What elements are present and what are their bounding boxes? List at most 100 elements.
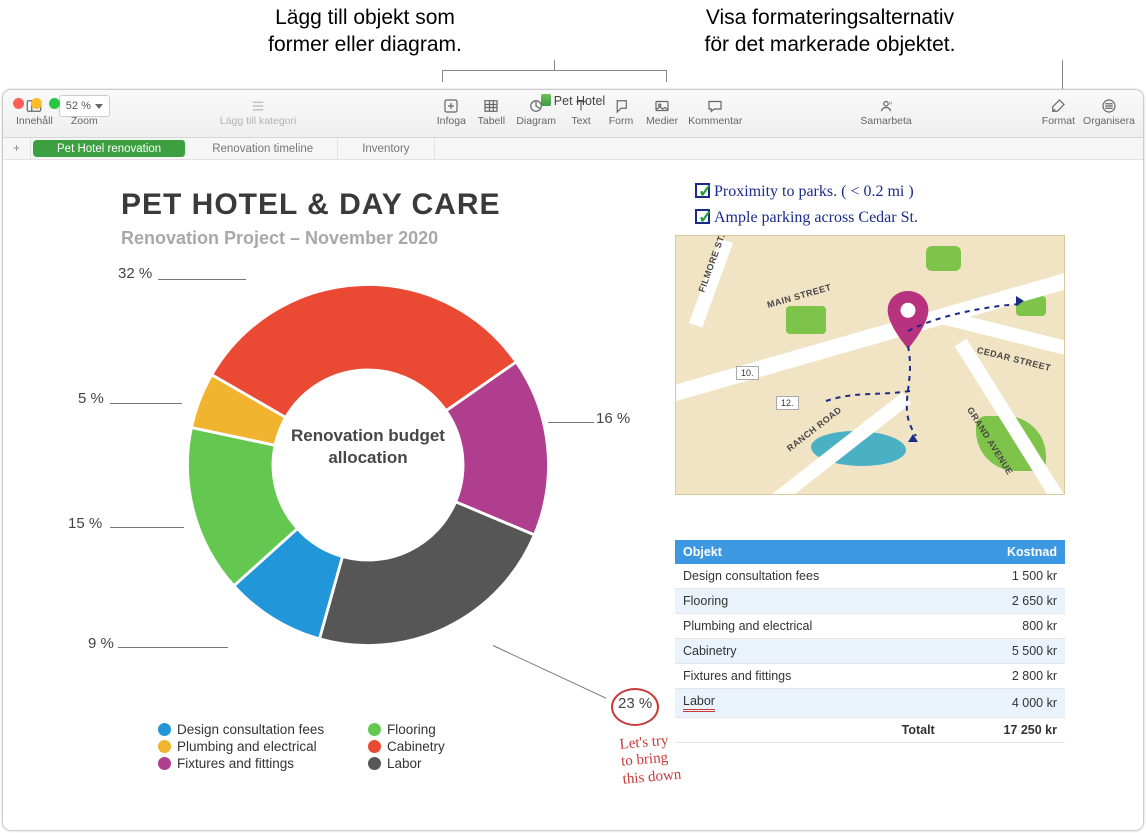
handwritten-note-1: ✓ Proximity to parks. ( < 0.2 mi ) — [695, 182, 914, 203]
callout-format-options: Visa formateringsalternativ för det mark… — [655, 4, 1005, 59]
pct-design: 9 % — [88, 635, 114, 652]
media-button[interactable] — [647, 95, 677, 117]
chart-button[interactable] — [521, 95, 551, 117]
cell-item: Fixtures and fittings — [675, 664, 943, 689]
checkbox-icon: ✓ — [695, 209, 710, 224]
table-row[interactable]: Fixtures and fittings2 800 kr — [675, 664, 1065, 689]
legend-label: Fixtures and fittings — [177, 756, 294, 771]
zoom-dropdown[interactable]: 52 % — [59, 95, 110, 117]
legend-item: Cabinetry — [368, 739, 548, 754]
legend-label: Design consultation fees — [177, 722, 324, 737]
window-controls — [13, 98, 60, 109]
cell-item: Design consultation fees — [675, 564, 943, 589]
comment-button[interactable] — [700, 95, 730, 117]
cell-item: Labor — [675, 689, 943, 718]
pct-flooring: 15 % — [68, 515, 102, 532]
checkbox-icon: ✓ — [695, 183, 710, 198]
handwritten-note-2: ✓ Ample parking across Cedar St. — [695, 208, 918, 229]
insert-icon — [441, 97, 461, 115]
legend-swatch — [158, 740, 171, 753]
toolbar-label-innehall: Innehåll — [16, 115, 53, 127]
donut-center-label: Renovation budget allocation — [283, 425, 453, 469]
add-sheet-button[interactable]: + — [3, 138, 31, 159]
toolbar-label-diagram: Diagram — [516, 115, 556, 127]
toolbar-label-tabell: Tabell — [478, 115, 505, 127]
leader-line — [118, 647, 228, 648]
callout-format-options-text: Visa formateringsalternativ för det mark… — [705, 6, 956, 56]
table-row[interactable]: Labor4 000 kr — [675, 689, 1065, 718]
toolbar-label-format: Format — [1042, 115, 1075, 127]
organize-button[interactable] — [1094, 95, 1124, 117]
shape-button[interactable] — [606, 95, 636, 117]
col-header-item: Objekt — [675, 540, 943, 564]
legend-swatch — [158, 757, 171, 770]
text-icon — [571, 97, 591, 115]
cost-table[interactable]: Objekt Kostnad Design consultation fees1… — [675, 540, 1065, 743]
table-row[interactable]: Cabinetry5 500 kr — [675, 639, 1065, 664]
map-illustration: FILMORE ST. MAIN STREET CEDAR STREET RAN… — [675, 235, 1065, 495]
table-button[interactable] — [476, 95, 506, 117]
legend-swatch — [368, 757, 381, 770]
leader-line — [110, 527, 184, 528]
text-button[interactable] — [566, 95, 596, 117]
organize-icon — [1099, 97, 1119, 115]
leader-line — [548, 422, 594, 423]
legend-swatch — [368, 723, 381, 736]
add-category-button[interactable] — [243, 95, 273, 117]
chart-icon — [526, 97, 546, 115]
format-button[interactable] — [1043, 95, 1073, 117]
toolbar-label-form: Form — [609, 115, 634, 127]
collaborate-button[interactable] — [871, 95, 901, 117]
table-row[interactable]: Plumbing and electrical800 kr — [675, 614, 1065, 639]
sheet-tab-inventory[interactable]: Inventory — [338, 138, 434, 159]
sheet-tab-label: Pet Hotel renovation — [57, 143, 161, 155]
insert-button[interactable] — [436, 95, 466, 117]
callout-bracket — [442, 70, 667, 82]
page-title: PET HOTEL & DAY CARE — [121, 188, 501, 222]
total-value: 17 250 kr — [943, 718, 1065, 743]
toolbar-label-samarbeta: Samarbeta — [860, 115, 911, 127]
handwritten-text: Ample parking across Cedar St. — [714, 209, 918, 226]
leader-line — [158, 279, 246, 280]
handwritten-text: Proximity to parks. ( < 0.2 mi ) — [714, 183, 914, 200]
close-icon[interactable] — [13, 98, 24, 109]
toolbar-label-organisera: Organisera — [1083, 115, 1135, 127]
minimize-icon[interactable] — [31, 98, 42, 109]
titlebar: Pet Hotel Innehåll 52 % Zoom Lägg till k… — [3, 90, 1143, 138]
table-row[interactable]: Flooring2 650 kr — [675, 589, 1065, 614]
comment-icon — [705, 97, 725, 115]
toolbar-label-kategori: Lägg till kategori — [220, 115, 296, 127]
table-header-row: Objekt Kostnad — [675, 540, 1065, 564]
callout-insert-objects-text: Lägg till objekt som former eller diagra… — [268, 6, 462, 56]
toolbar-label-medier: Medier — [646, 115, 678, 127]
sheet-tab-timeline[interactable]: Renovation timeline — [188, 138, 338, 159]
sheet-tab-renovation[interactable]: Pet Hotel renovation — [33, 140, 186, 157]
brush-icon — [1048, 97, 1068, 115]
legend-item: Labor — [368, 756, 548, 771]
collaborate-icon — [876, 97, 896, 115]
legend-swatch — [368, 740, 381, 753]
toolbar-label-zoom: Zoom — [71, 115, 98, 127]
callout-insert-objects: Lägg till objekt som former eller diagra… — [200, 4, 530, 59]
cell-cost: 2 800 kr — [943, 664, 1065, 689]
legend-label: Cabinetry — [387, 739, 445, 754]
legend-label: Plumbing and electrical — [177, 739, 317, 754]
media-icon — [652, 97, 672, 115]
table-row[interactable]: Design consultation fees1 500 kr — [675, 564, 1065, 589]
cell-cost: 4 000 kr — [943, 689, 1065, 718]
pct-cabinetry: 32 % — [118, 265, 152, 282]
toolbar-label-infoga: Infoga — [437, 115, 466, 127]
zoom-icon[interactable] — [49, 98, 60, 109]
shape-icon — [611, 97, 631, 115]
cell-item: Plumbing and electrical — [675, 614, 943, 639]
pct-plumbing: 5 % — [78, 390, 104, 407]
sheet-tab-label: Renovation timeline — [212, 143, 313, 155]
cell-item: Cabinetry — [675, 639, 943, 664]
list-icon — [248, 97, 268, 115]
pct-fixtures: 16 % — [596, 410, 630, 427]
legend-swatch — [158, 723, 171, 736]
legend-label: Labor — [387, 756, 422, 771]
cell-cost: 1 500 kr — [943, 564, 1065, 589]
cell-item: Flooring — [675, 589, 943, 614]
legend-label: Flooring — [387, 722, 436, 737]
